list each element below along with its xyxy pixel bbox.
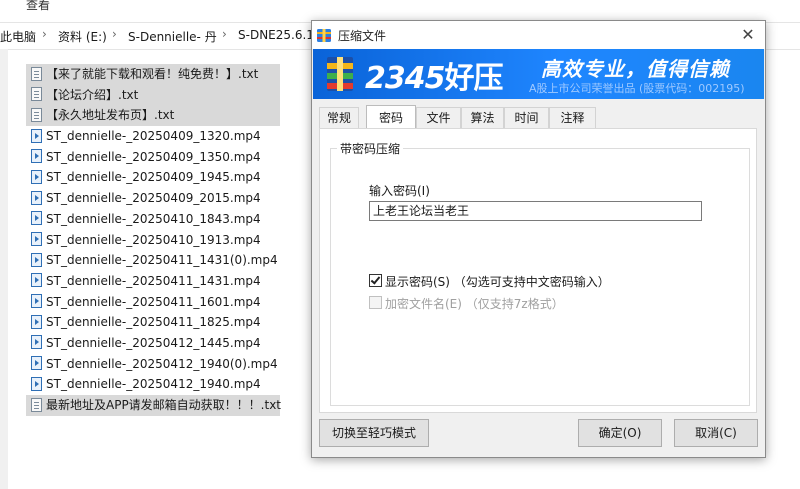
menu-view[interactable]: 查看	[26, 0, 50, 13]
file-item[interactable]: 【永久地址发布页】.txt	[26, 105, 280, 127]
tab-files[interactable]: 文件	[416, 107, 461, 128]
logo-digits: 2345	[365, 61, 445, 96]
breadcrumb-drive[interactable]: 资料 (E:)	[58, 28, 107, 45]
tab-password[interactable]: 密码	[366, 105, 416, 128]
file-name: ST_dennielle-_20250409_1320.mp4	[46, 129, 261, 144]
file-item[interactable]: ST_dennielle-_20250411_1431.mp4	[26, 271, 326, 292]
file-name: 最新地址及APP请发邮箱自动获取！！！.txt	[46, 398, 282, 412]
video-file-icon	[31, 252, 42, 267]
breadcrumb-subfolder[interactable]: S-DNE25.6.13	[238, 28, 322, 42]
file-item[interactable]: ST_dennielle-_20250409_1350.mp4	[26, 147, 326, 168]
encrypt-filenames-checkbox[interactable]: 加密文件名(E) （仅支持7z格式）	[369, 295, 564, 312]
file-item[interactable]: ST_dennielle-_20250412_1445.mp4	[26, 333, 326, 354]
tab-general[interactable]: 常规	[319, 107, 359, 128]
file-item[interactable]: ST_dennielle-_20250409_2015.mp4	[26, 188, 326, 209]
chevron-right-icon: ›	[112, 27, 117, 41]
breadcrumb-this-pc[interactable]: 此电脑	[0, 28, 36, 45]
video-file-icon	[31, 169, 42, 184]
text-file-icon	[31, 87, 42, 102]
password-label: 输入密码(I)	[369, 184, 430, 198]
video-file-icon	[31, 376, 42, 391]
video-file-icon	[31, 149, 42, 164]
file-name: ST_dennielle-_20250412_1940.mp4	[46, 377, 261, 392]
video-file-icon	[31, 356, 42, 371]
ok-button[interactable]: 确定(O)	[578, 419, 662, 447]
video-file-icon	[31, 314, 42, 329]
file-item[interactable]: ST_dennielle-_20250409_1320.mp4	[26, 126, 326, 147]
brand-banner: 2345好压 高效专业，值得信赖 A股上市公司荣誉出品 (股票代码：002195…	[313, 49, 764, 99]
file-item[interactable]: ST_dennielle-_20250409_1945.mp4	[26, 167, 326, 188]
light-mode-button[interactable]: 切换至轻巧模式	[319, 419, 429, 447]
file-item[interactable]: ST_dennielle-_20250410_1913.mp4	[26, 230, 326, 251]
file-name: ST_dennielle-_20250410_1843.mp4	[46, 211, 261, 226]
file-name: ST_dennielle-_20250411_1825.mp4	[46, 315, 261, 330]
password-groupbox: 带密码压缩 输入密码(I) 上老王论坛当老王 显示密码(S) （勾选可支持中文密…	[330, 140, 750, 406]
file-list: 【来了就能下载和观看！纯免费！】.txt 【论坛介绍】.txt 【永久地址发布页】.…	[26, 64, 326, 416]
file-name: ST_dennielle-_20250412_1445.mp4	[46, 335, 261, 350]
explorer-menu-bar: 查看	[0, 0, 800, 14]
logo-text: 好压	[444, 61, 504, 96]
chevron-right-icon: ›	[222, 27, 227, 41]
text-file-icon	[31, 107, 42, 122]
file-item[interactable]: ST_dennielle-_20250411_1601.mp4	[26, 292, 326, 313]
file-name: ST_dennielle-_20250409_1350.mp4	[46, 149, 261, 164]
encrypt-filenames-label: 加密文件名(E) （仅支持7z格式）	[385, 297, 564, 311]
file-item[interactable]: 最新地址及APP请发邮箱自动获取！！！.txt	[26, 395, 282, 416]
video-file-icon	[31, 273, 42, 288]
haozip-box-icon	[327, 57, 353, 91]
text-file-icon	[31, 66, 42, 81]
brand-logo: 2345好压	[365, 53, 504, 97]
file-name: ST_dennielle-_20250411_1601.mp4	[46, 294, 261, 309]
brand-subtitle: A股上市公司荣誉出品 (股票代码：002195)	[529, 82, 745, 95]
tab-comment[interactable]: 注释	[549, 107, 596, 128]
file-item[interactable]: 【来了就能下载和观看！纯免费！】.txt	[26, 64, 280, 85]
file-name: ST_dennielle-_20250412_1940(0).mp4	[46, 356, 278, 371]
tab-time[interactable]: 时间	[504, 107, 549, 128]
group-title: 带密码压缩	[337, 140, 404, 157]
checkbox-checked-icon	[369, 274, 382, 287]
close-button[interactable]: ✕	[731, 21, 765, 49]
video-file-icon	[31, 294, 42, 309]
chevron-right-icon: ›	[42, 27, 47, 41]
dialog-titlebar[interactable]: 压缩文件 ✕	[312, 21, 765, 49]
file-item[interactable]: ST_dennielle-_20250411_1825.mp4	[26, 312, 326, 333]
show-password-label: 显示密码(S) （勾选可支持中文密码输入）	[385, 275, 610, 289]
video-file-icon	[31, 232, 42, 246]
file-item[interactable]: ST_dennielle-_20250412_1940.mp4	[26, 374, 326, 395]
dialog-title: 压缩文件	[338, 29, 387, 43]
tab-algorithm[interactable]: 算法	[461, 107, 504, 128]
file-item[interactable]: ST_dennielle-_20250411_1431(0).mp4	[26, 250, 326, 271]
file-name: ST_dennielle-_20250409_2015.mp4	[46, 191, 261, 206]
file-name: ST_dennielle-_20250411_1431(0).mp4	[46, 253, 278, 268]
password-tab-panel: 带密码压缩 输入密码(I) 上老王论坛当老王 显示密码(S) （勾选可支持中文密…	[319, 128, 757, 413]
cancel-button[interactable]: 取消(C)	[674, 419, 758, 447]
password-input[interactable]: 上老王论坛当老王	[369, 201, 702, 221]
video-file-icon	[31, 190, 42, 205]
video-file-icon	[31, 335, 42, 350]
file-item[interactable]: 【论坛介绍】.txt	[26, 84, 280, 106]
file-name: ST_dennielle-_20250410_1913.mp4	[46, 232, 261, 247]
file-name: 【论坛介绍】.txt	[46, 87, 139, 102]
file-item[interactable]: ST_dennielle-_20250412_1940(0).mp4	[26, 354, 326, 375]
file-name: 【永久地址发布页】.txt	[46, 108, 175, 123]
video-file-icon	[31, 128, 42, 143]
file-name: ST_dennielle-_20250411_1431.mp4	[46, 273, 261, 288]
compress-dialog: 压缩文件 ✕ 2345好压 高效专业，值得信赖 A股上市公司荣誉出品 (股票代码…	[311, 20, 766, 458]
file-item[interactable]: ST_dennielle-_20250410_1843.mp4	[26, 209, 326, 230]
show-password-checkbox[interactable]: 显示密码(S) （勾选可支持中文密码输入）	[369, 273, 610, 290]
archive-app-icon	[317, 29, 331, 42]
file-name: ST_dennielle-_20250409_1945.mp4	[46, 170, 261, 185]
video-file-icon	[31, 211, 42, 226]
file-name: 【来了就能下载和观看！纯免费！】.txt	[46, 67, 259, 81]
breadcrumb-folder[interactable]: S-Dennielle- 丹	[128, 28, 217, 45]
brand-slogan: 高效专业，值得信赖	[541, 57, 730, 81]
navigation-pane[interactable]	[0, 49, 8, 489]
checkbox-unchecked-icon	[369, 296, 382, 309]
text-file-icon	[31, 397, 42, 412]
